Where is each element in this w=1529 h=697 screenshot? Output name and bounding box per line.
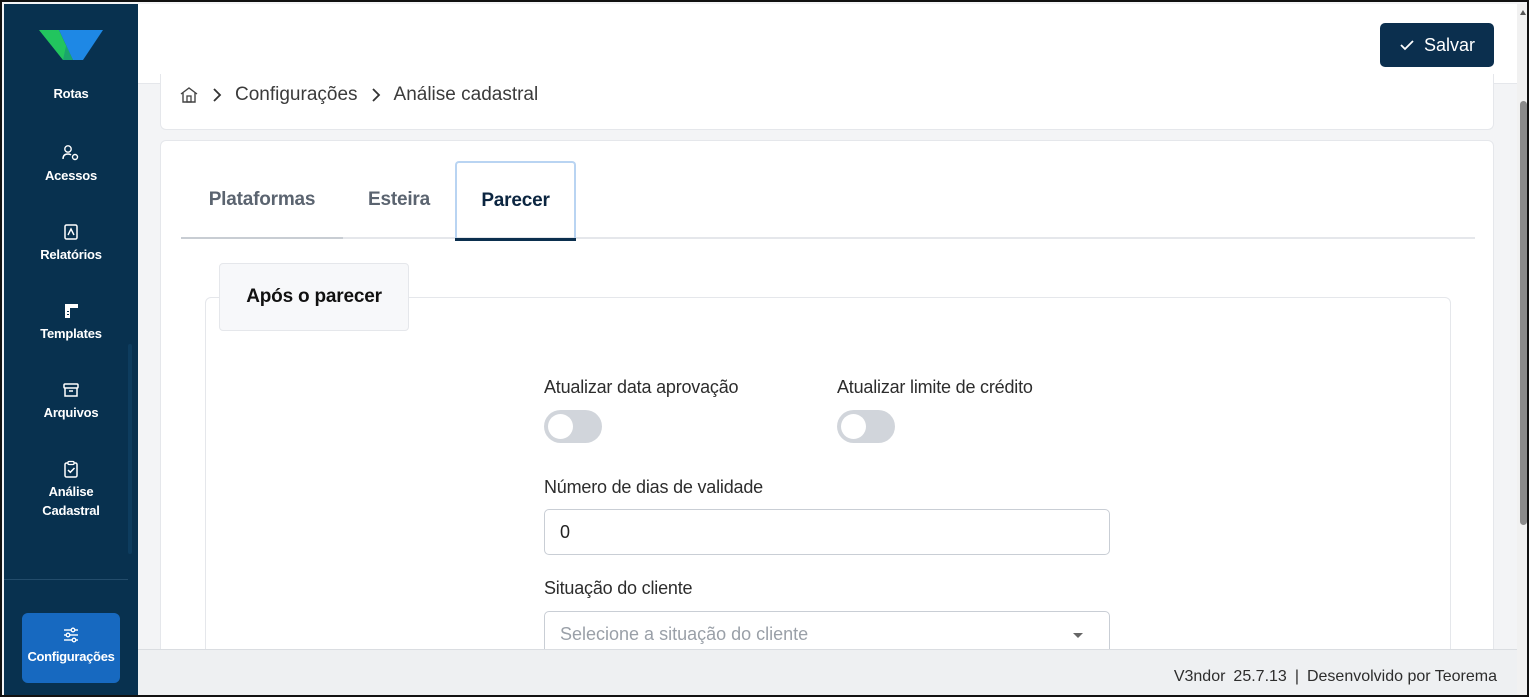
check-icon: [1400, 40, 1414, 51]
toggle-knob: [841, 414, 866, 439]
sidebar-item-arquivos[interactable]: Arquivos: [4, 381, 138, 422]
tab-parecer[interactable]: Parecer: [455, 161, 576, 241]
sidebar-item-label: Arquivos: [43, 405, 99, 420]
sidebar-item-label: Cadastral: [42, 503, 100, 518]
clipboard-check-icon: [64, 460, 78, 478]
breadcrumb: Configurações Análise cadastral: [179, 84, 538, 106]
toggle-credit-limit-label: Atualizar limite de crédito: [837, 377, 1033, 397]
footer-separator: |: [1294, 668, 1299, 685]
validity-days-input[interactable]: [544, 509, 1110, 555]
sidebar-scrollbar[interactable]: [128, 344, 132, 554]
v3ndor-logo-icon: [39, 30, 103, 60]
footer-credit: Desenvolvido por Teorema: [1306, 668, 1497, 685]
scrollbar-thumb[interactable]: [1520, 101, 1527, 525]
home-icon[interactable]: [179, 86, 199, 104]
tab-esteira[interactable]: Esteira: [343, 161, 455, 239]
sidebar-divider: [4, 579, 128, 580]
tab-plataformas[interactable]: Plataformas: [181, 161, 343, 239]
sidebar-item-analise-cadastral[interactable]: Análise Cadastral: [4, 460, 138, 520]
breadcrumb-analise-cadastral: Análise cadastral: [393, 84, 539, 105]
sidebar: Rotas Acessos Relatórios Templates Arqui…: [4, 4, 138, 695]
footer-app-name: V3ndor: [1173, 668, 1226, 685]
client-status-label: Situação do cliente: [544, 578, 693, 598]
sidebar-item-acessos[interactable]: Acessos: [4, 144, 138, 185]
scroll-up-icon[interactable]: [1520, 10, 1526, 15]
breadcrumb-card: Configurações Análise cadastral: [160, 74, 1494, 130]
page-scrollbar[interactable]: [1517, 4, 1527, 695]
report-icon: [64, 224, 78, 240]
sidebar-item-label: Configurações: [27, 649, 115, 664]
save-button-label: Salvar: [1423, 34, 1476, 55]
save-button[interactable]: Salvar: [1380, 23, 1494, 67]
sidebar-item-rotas[interactable]: Rotas: [4, 84, 138, 103]
chevron-down-icon: [1073, 633, 1083, 638]
top-bar: [138, 4, 1517, 84]
chevron-right-icon: [371, 88, 380, 102]
toggle-credit-limit[interactable]: [837, 410, 895, 443]
app-window: Rotas Acessos Relatórios Templates Arqui…: [0, 0, 1529, 697]
archive-icon: [63, 383, 79, 397]
users-gear-icon: [62, 145, 79, 161]
breadcrumb-configuracoes[interactable]: Configurações: [235, 84, 358, 106]
sliders-icon: [64, 627, 78, 643]
logo[interactable]: [4, 4, 138, 80]
chevron-right-icon: [213, 88, 222, 102]
toggle-approval-date-label: Atualizar data aprovação: [544, 377, 739, 397]
sidebar-item-label: Relatórios: [40, 247, 102, 262]
sidebar-item-label: Acessos: [44, 168, 98, 183]
sidebar-item-templates[interactable]: Templates: [4, 302, 138, 343]
footer: V3ndor 25.7.13 | Desenvolvido por Teorem…: [138, 649, 1517, 695]
sidebar-item-relatorios[interactable]: Relatórios: [4, 223, 138, 264]
sidebar-item-label: Rotas: [53, 86, 89, 101]
validity-days-label: Número de dias de validade: [544, 477, 763, 497]
footer-version: 25.7.13: [1233, 668, 1287, 685]
sidebar-item-configuracoes[interactable]: Configurações: [22, 613, 120, 683]
section-title: Após o parecer: [219, 263, 409, 331]
toggle-knob: [548, 414, 573, 439]
footer-text: V3ndor 25.7.13 | Desenvolvido por Teorem…: [1174, 668, 1497, 686]
toggle-approval-date[interactable]: [544, 410, 602, 443]
sidebar-item-label: Análise: [48, 484, 94, 499]
client-status-placeholder: Selecione a situação do cliente: [560, 624, 809, 644]
main-card: Plataformas Esteira Parecer Após o parec…: [160, 140, 1494, 680]
sidebar-item-label: Templates: [40, 326, 102, 341]
template-icon: [65, 304, 78, 318]
